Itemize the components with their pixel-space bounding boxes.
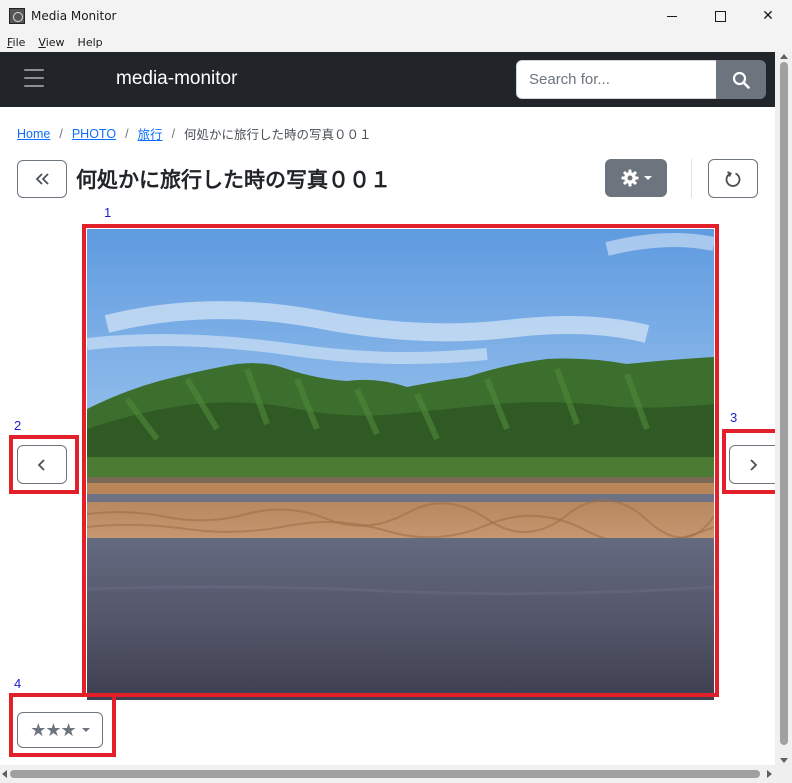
annotation-box-4 [9, 693, 116, 757]
annotation-label-4: 4 [14, 676, 22, 691]
menu-view-mnemonic: V [38, 35, 46, 49]
menu-help[interactable]: Help [78, 36, 103, 49]
menu-view-label: iew [45, 35, 65, 49]
maximize-button[interactable] [696, 0, 744, 32]
search-input[interactable] [516, 60, 718, 99]
scroll-up-icon[interactable] [780, 54, 788, 59]
app-icon [9, 8, 25, 24]
scroll-right-icon[interactable] [767, 770, 772, 778]
back-button[interactable] [17, 160, 67, 198]
settings-dropdown-button[interactable] [605, 159, 667, 197]
scroll-down-icon[interactable] [780, 758, 788, 763]
refresh-button[interactable] [708, 159, 758, 198]
breadcrumb-home[interactable]: Home [17, 127, 50, 141]
menu-bar: File View Help [0, 32, 792, 52]
top-navbar: media-monitor [0, 52, 775, 107]
vertical-scrollbar[interactable] [775, 52, 792, 765]
hamburger-icon[interactable] [24, 69, 44, 89]
close-button[interactable]: ✕ [744, 0, 792, 32]
annotation-box-2 [9, 435, 79, 494]
scroll-left-icon[interactable] [2, 770, 7, 778]
menu-file[interactable]: File [7, 36, 25, 49]
horizontal-scrollbar[interactable] [0, 765, 775, 783]
horizontal-scroll-thumb[interactable] [10, 770, 760, 778]
brand-name[interactable]: media-monitor [116, 68, 237, 90]
refresh-icon [725, 170, 741, 187]
menu-view[interactable]: View [38, 36, 64, 49]
minimize-button[interactable] [648, 0, 696, 32]
window-title: Media Monitor [31, 9, 117, 23]
header-divider [691, 159, 692, 198]
scrollbar-corner [775, 765, 792, 783]
breadcrumb: Home / PHOTO / 旅行 / 何処かに旅行した時の写真００１ [17, 124, 372, 143]
annotation-label-1: 1 [104, 205, 112, 220]
caret-down-icon [643, 176, 652, 180]
breadcrumb-separator: / [171, 126, 176, 141]
breadcrumb-current: 何処かに旅行した時の写真００１ [184, 128, 372, 142]
search-button[interactable] [716, 60, 766, 99]
window-controls: ✕ [648, 0, 792, 32]
breadcrumb-travel[interactable]: 旅行 [138, 124, 163, 143]
breadcrumb-photo[interactable]: PHOTO [72, 127, 116, 141]
window-titlebar: Media Monitor ✕ [0, 0, 792, 32]
vertical-scroll-thumb[interactable] [780, 62, 788, 745]
double-chevron-left-icon [35, 173, 49, 185]
menu-file-label: ile [12, 35, 26, 49]
search-icon [732, 71, 750, 89]
menu-help-label: Help [77, 35, 103, 49]
breadcrumb-separator: / [125, 126, 129, 141]
annotation-box-1 [82, 224, 719, 697]
gear-icon [620, 169, 639, 187]
annotation-label-3: 3 [730, 410, 738, 425]
breadcrumb-separator: / [59, 126, 63, 141]
page-title: 何処かに旅行した時の写真００１ [76, 168, 391, 192]
annotation-label-2: 2 [14, 418, 22, 433]
